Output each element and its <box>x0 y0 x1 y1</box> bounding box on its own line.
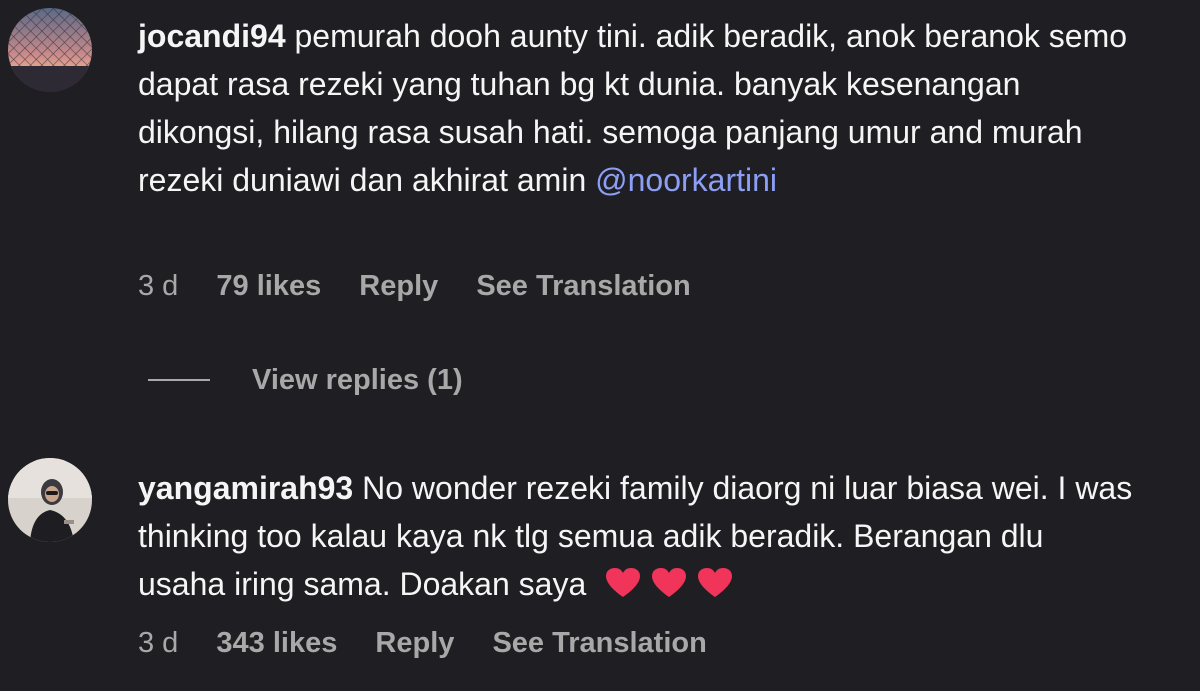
heart-icon <box>697 564 733 612</box>
comment-username[interactable]: jocandi94 <box>138 18 286 54</box>
avatar[interactable] <box>8 458 92 542</box>
see-translation-button[interactable]: See Translation <box>492 627 706 660</box>
heart-icon <box>605 564 641 612</box>
view-replies-label: View replies (1) <box>252 363 463 396</box>
see-translation-button[interactable]: See Translation <box>476 270 690 303</box>
reply-button[interactable]: Reply <box>359 270 438 303</box>
view-replies-button[interactable]: View replies (1) <box>148 362 463 398</box>
comment-timestamp[interactable]: 3 d <box>138 627 178 660</box>
avatar[interactable] <box>8 8 92 92</box>
replies-divider <box>148 379 210 381</box>
likes-count[interactable]: 79 likes <box>216 270 321 303</box>
heart-icon <box>651 564 687 612</box>
comment-meta: 3 d 343 likes Reply See Translation <box>138 627 737 660</box>
comment-timestamp[interactable]: 3 d <box>138 270 178 303</box>
reply-button[interactable]: Reply <box>375 627 454 660</box>
comment-meta: 3 d 79 likes Reply See Translation <box>138 270 721 303</box>
likes-count[interactable]: 343 likes <box>216 627 337 660</box>
comment-username[interactable]: yangamirah93 <box>138 470 353 506</box>
mention-link[interactable]: @noorkartini <box>595 162 777 198</box>
